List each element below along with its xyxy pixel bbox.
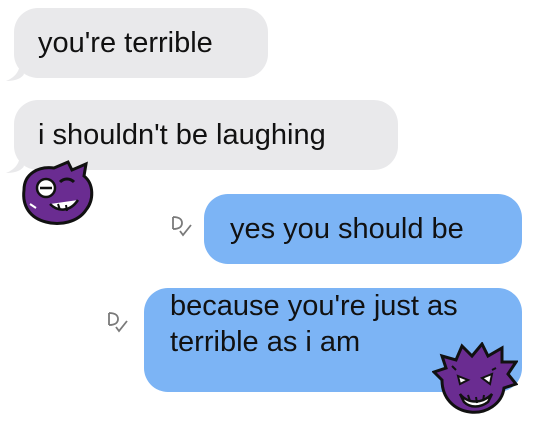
read-receipt-icon — [172, 216, 192, 237]
message-text: because you're just as terrible as i am — [170, 290, 458, 358]
message-text: yes you should be — [230, 213, 464, 245]
purple-creature-sticker — [22, 160, 94, 225]
message-bubble-sent[interactable]: yes you should be — [204, 194, 522, 264]
message-text: you're terrible — [38, 27, 213, 59]
bubble-tail — [6, 62, 24, 81]
message-text: i shouldn't be laughing — [38, 119, 326, 151]
read-receipt-icon — [108, 312, 128, 333]
message-bubble-received[interactable]: you're terrible — [14, 8, 268, 78]
purple-creature-sticker — [432, 342, 518, 414]
